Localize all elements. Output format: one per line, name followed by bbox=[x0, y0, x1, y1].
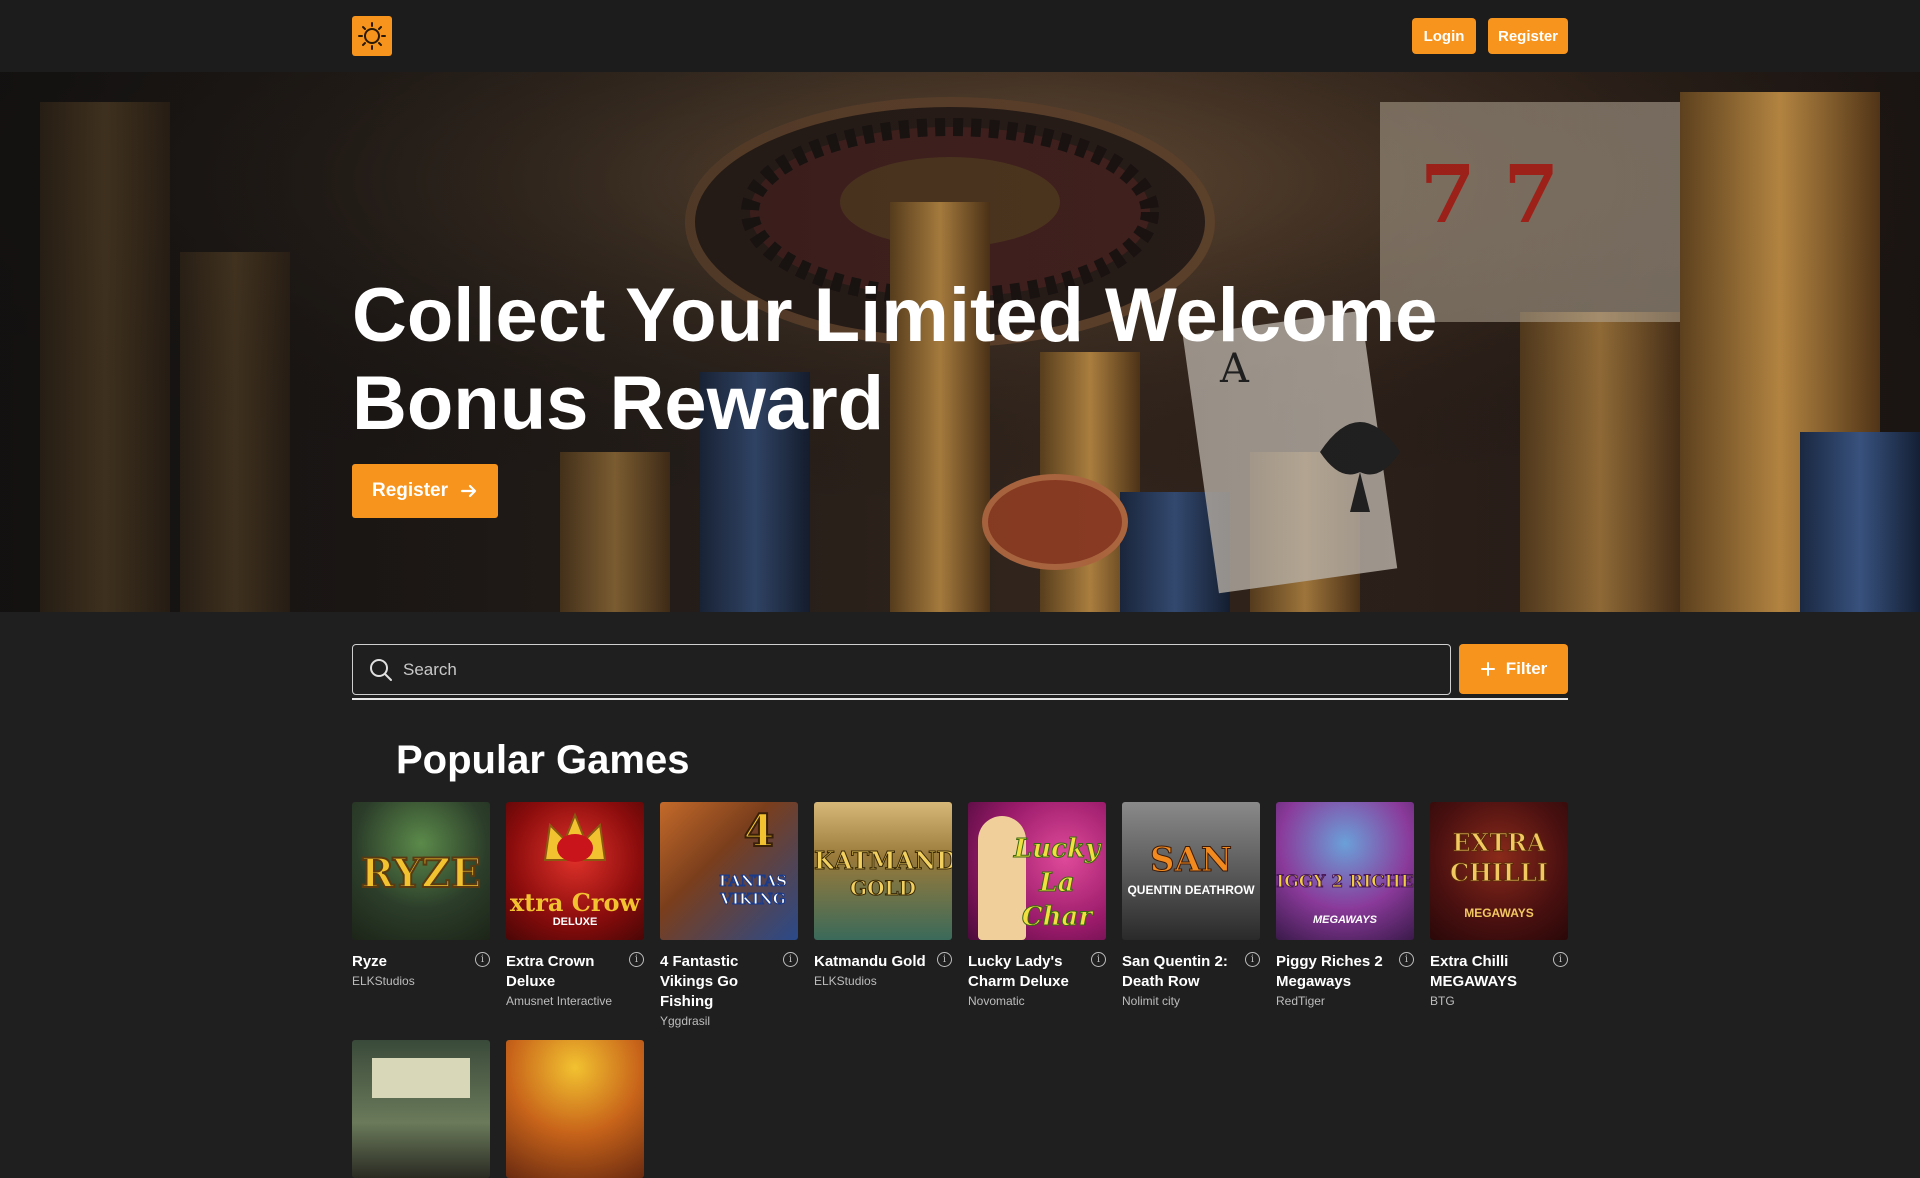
game-name[interactable]: Extra Chilli MEGAWAYS bbox=[1430, 952, 1542, 992]
hero-register-label: Register bbox=[371, 480, 449, 501]
game-thumbnail[interactable]: xtra Crow DELUXE bbox=[506, 802, 644, 940]
hero-register-button[interactable]: Register bbox=[352, 464, 498, 518]
game-provider: Novomatic bbox=[968, 994, 1025, 1008]
hero-title: Collect Your Limited Welcome Bonus Rewar… bbox=[352, 272, 1452, 448]
info-icon[interactable]: i bbox=[1553, 952, 1568, 967]
game-thumbnail[interactable]: RYZE bbox=[352, 802, 490, 940]
search-box[interactable] bbox=[352, 644, 1451, 695]
game-thumbnail-text: EXTRA CHILLI bbox=[1450, 828, 1549, 888]
game-thumbnail-subtext: GOLD bbox=[850, 876, 917, 901]
game-thumbnail-subtext: MEGAWAYS bbox=[1313, 914, 1377, 926]
register-button-header[interactable]: Register bbox=[1488, 18, 1568, 54]
game-thumbnail[interactable] bbox=[352, 1040, 490, 1178]
game-thumbnail-text: KATMANDU bbox=[814, 846, 952, 876]
game-card[interactable]: Lucky La Char Lucky Lady's Charm Deluxe … bbox=[968, 802, 1106, 1008]
game-name[interactable]: Lucky Lady's Charm Deluxe bbox=[968, 952, 1080, 992]
game-thumbnail[interactable]: IGGY 2 RICHE MEGAWAYS bbox=[1276, 802, 1414, 940]
game-thumbnail[interactable]: EXTRA CHILLI MEGAWAYS bbox=[1430, 802, 1568, 940]
info-icon[interactable]: i bbox=[783, 952, 798, 967]
game-name[interactable]: San Quentin 2: Death Row bbox=[1122, 952, 1234, 992]
search-divider bbox=[352, 698, 1568, 700]
game-thumbnail-text: IGGY 2 RICHE bbox=[1276, 872, 1414, 893]
game-thumbnail[interactable]: 4 FANTAS VIKING bbox=[660, 802, 798, 940]
crown-icon bbox=[543, 812, 607, 862]
search-icon bbox=[370, 659, 392, 681]
popular-games-title: Popular Games bbox=[396, 738, 690, 782]
game-thumbnail-text: xtra Crow bbox=[509, 888, 641, 917]
info-icon[interactable]: i bbox=[937, 952, 952, 967]
game-thumbnail-subtext: MEGAWAYS bbox=[1464, 906, 1534, 920]
game-card[interactable]: KATMANDU GOLD Katmandu Gold i ELKStudios bbox=[814, 802, 952, 988]
sun-logo-icon bbox=[358, 22, 386, 50]
game-thumbnail-subtext: DELUXE bbox=[552, 916, 598, 928]
game-thumbnail-text: RYZE bbox=[360, 849, 482, 898]
game-thumbnail[interactable]: KATMANDU GOLD bbox=[814, 802, 952, 940]
game-thumbnail[interactable]: Lucky La Char bbox=[968, 802, 1106, 940]
top-bar: Login Register bbox=[0, 0, 1920, 72]
info-icon[interactable]: i bbox=[629, 952, 644, 967]
game-provider: ELKStudios bbox=[814, 974, 877, 988]
game-name[interactable]: 4 Fantastic Vikings Go Fishing bbox=[660, 952, 772, 1012]
game-name[interactable]: Extra Crown Deluxe bbox=[506, 952, 618, 992]
game-card[interactable]: RYZE Ryze i ELKStudios bbox=[352, 802, 490, 988]
game-provider: RedTiger bbox=[1276, 994, 1325, 1008]
game-thumbnail-text: Lucky La Char bbox=[1013, 834, 1101, 933]
game-card[interactable] bbox=[352, 1040, 490, 1178]
site-logo[interactable] bbox=[352, 16, 392, 56]
game-name[interactable]: Katmandu Gold bbox=[814, 952, 926, 972]
game-name[interactable]: Ryze bbox=[352, 952, 464, 972]
game-provider: Nolimit city bbox=[1122, 994, 1181, 1008]
game-thumbnail[interactable]: SAN QUENTIN DEATHROW bbox=[1122, 802, 1260, 940]
game-thumbnail-text: 4 bbox=[743, 805, 776, 858]
login-button[interactable]: Login bbox=[1412, 18, 1476, 54]
game-provider: Amusnet Interactive bbox=[506, 994, 613, 1008]
plus-icon bbox=[1480, 662, 1495, 676]
thumbnail-art bbox=[372, 1058, 470, 1098]
search-input[interactable] bbox=[403, 645, 1433, 694]
game-card[interactable]: SAN QUENTIN DEATHROW San Quentin 2: Deat… bbox=[1122, 802, 1260, 1008]
game-provider: ELKStudios bbox=[352, 974, 415, 988]
game-provider: BTG bbox=[1430, 994, 1455, 1008]
game-thumbnail-subtext: FANTAS VIKING bbox=[719, 872, 788, 909]
hero-banner: 7 7 A Collect Your Limited Welcome Bonus… bbox=[0, 72, 1920, 612]
game-provider: Yggdrasil bbox=[660, 1014, 711, 1028]
game-card[interactable] bbox=[506, 1040, 644, 1178]
arrow-right-icon bbox=[460, 484, 477, 498]
game-card[interactable]: EXTRA CHILLI MEGAWAYS Extra Chilli MEGAW… bbox=[1430, 802, 1568, 1008]
hero-title-line2: Bonus Reward bbox=[352, 361, 885, 446]
game-thumbnail-subtext: QUENTIN DEATHROW bbox=[1127, 883, 1255, 897]
game-card[interactable]: 4 FANTAS VIKING 4 Fantastic Vikings Go F… bbox=[660, 802, 798, 1028]
filter-button[interactable]: Filter bbox=[1459, 644, 1568, 694]
info-icon[interactable]: i bbox=[1245, 952, 1260, 967]
hero-title-line1: Collect Your Limited Welcome bbox=[352, 273, 1438, 358]
info-icon[interactable]: i bbox=[1091, 952, 1106, 967]
game-name[interactable]: Piggy Riches 2 Megaways bbox=[1276, 952, 1388, 992]
info-icon[interactable]: i bbox=[1399, 952, 1414, 967]
filter-label: Filter bbox=[1505, 659, 1548, 678]
game-thumbnail[interactable] bbox=[506, 1040, 644, 1178]
info-icon[interactable]: i bbox=[475, 952, 490, 967]
game-card[interactable]: IGGY 2 RICHE MEGAWAYS Piggy Riches 2 Meg… bbox=[1276, 802, 1414, 1008]
game-card[interactable]: xtra Crow DELUXE Extra Crown Deluxe i Am… bbox=[506, 802, 644, 1008]
game-thumbnail-text: SAN bbox=[1149, 840, 1232, 881]
